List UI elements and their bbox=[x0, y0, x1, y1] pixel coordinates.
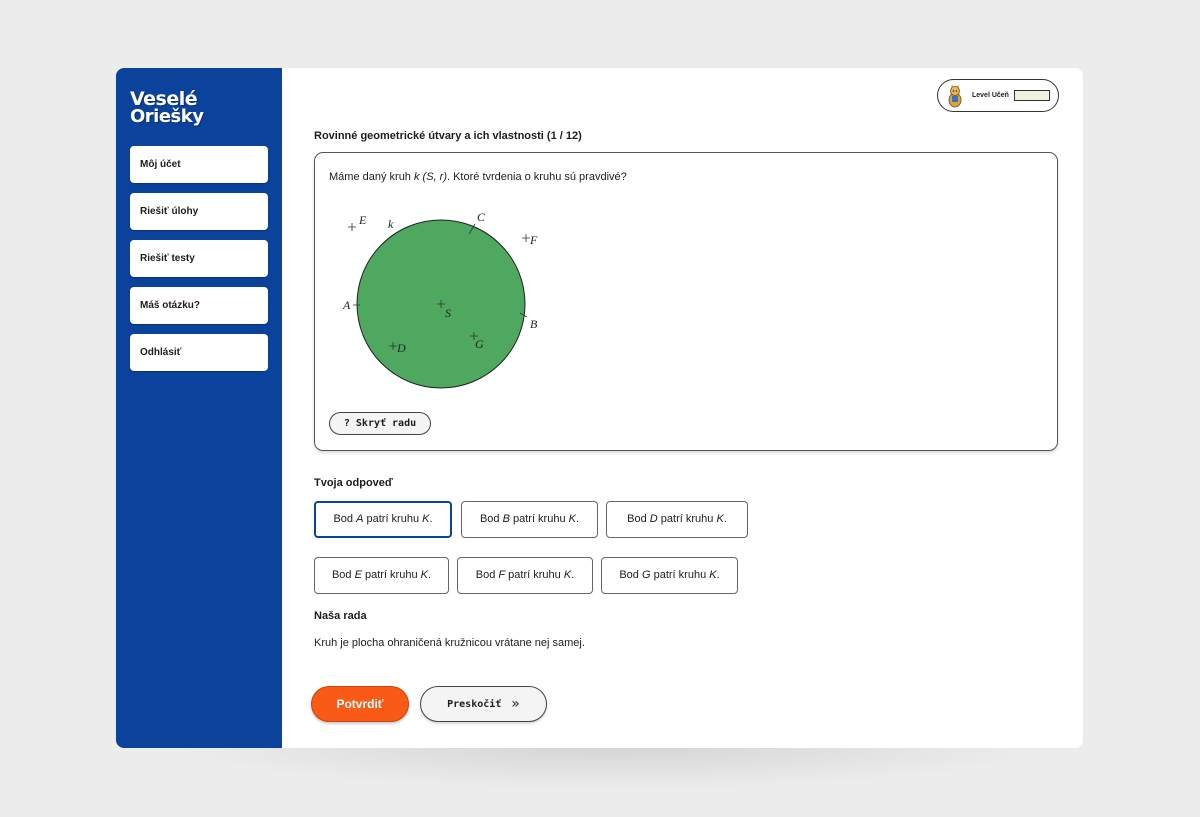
question-mark-icon: ? bbox=[343, 418, 350, 429]
logo-line-2: Oriešky bbox=[130, 106, 204, 127]
double-chevron-right-icon: » bbox=[511, 696, 520, 712]
opt-text: . bbox=[575, 513, 580, 525]
point-label-D: D bbox=[396, 341, 406, 355]
opt-set: K bbox=[716, 513, 724, 525]
hide-hint-label: Skryť radu bbox=[355, 418, 417, 429]
point-label-C: C bbox=[477, 210, 486, 224]
opt-point: B bbox=[502, 513, 510, 525]
hide-hint-button[interactable]: ? Skryť radu bbox=[329, 412, 431, 435]
opt-text: . bbox=[571, 569, 575, 581]
logo[interactable]: Veselé Oriešky bbox=[130, 90, 268, 126]
opt-text: Bod bbox=[479, 513, 503, 525]
answer-option-a[interactable]: Bod A patrí kruhu K. bbox=[314, 501, 452, 538]
opt-text: Bod bbox=[619, 569, 642, 581]
point-label-S: S bbox=[445, 306, 451, 320]
opt-text: patrí kruhu bbox=[363, 513, 423, 525]
opt-text: . bbox=[427, 569, 432, 581]
opt-text: patrí kruhu bbox=[505, 569, 564, 581]
sidebar-item-tests[interactable]: Riešiť testy bbox=[130, 240, 268, 277]
opt-point: D bbox=[649, 513, 658, 525]
hint-text: Kruh je plocha ohraničená kružnicou vrát… bbox=[314, 637, 585, 649]
skip-button[interactable]: Preskočiť » bbox=[420, 686, 547, 722]
opt-set: K bbox=[420, 569, 428, 581]
opt-text: Bod bbox=[627, 513, 650, 525]
answer-option-d[interactable]: Bod D patrí kruhu K. bbox=[606, 501, 748, 538]
main-content: Level Učeň Rovinné geometrické útvary a … bbox=[282, 68, 1083, 748]
opt-text: patrí kruhu bbox=[657, 513, 717, 525]
opt-text: . bbox=[716, 569, 720, 581]
page-title: Rovinné geometrické útvary a ich vlastno… bbox=[314, 130, 582, 142]
point-label-E: E bbox=[358, 213, 367, 227]
sidebar-item-account[interactable]: Môj účet bbox=[130, 146, 268, 183]
question-text-after: . Ktoré tvrdenia o kruhu sú pravdivé? bbox=[446, 171, 627, 183]
opt-text: Bod bbox=[333, 513, 357, 525]
point-label-G: G bbox=[475, 337, 484, 351]
point-label-F: F bbox=[529, 233, 538, 247]
opt-text: Bod bbox=[475, 569, 499, 581]
opt-text: . bbox=[429, 513, 433, 525]
confirm-button[interactable]: Potvrdiť bbox=[311, 686, 409, 722]
answer-option-b[interactable]: Bod B patrí kruhu K. bbox=[461, 501, 598, 538]
opt-text: patrí kruhu bbox=[361, 569, 421, 581]
sidebar-item-tasks[interactable]: Riešiť úlohy bbox=[130, 193, 268, 230]
level-progress-bar bbox=[1013, 90, 1050, 101]
question-math: k (S, r) bbox=[413, 171, 447, 183]
opt-text: patrí kruhu bbox=[650, 569, 710, 581]
skip-label: Preskočiť bbox=[447, 698, 502, 710]
app-window: Veselé Oriešky Môj účet Riešiť úlohy Rie… bbox=[116, 68, 1083, 748]
answer-title: Tvoja odpoveď bbox=[314, 477, 393, 489]
answer-option-f[interactable]: Bod F patrí kruhu K. bbox=[457, 557, 593, 594]
opt-point: E bbox=[354, 569, 362, 581]
point-label-A: A bbox=[342, 298, 351, 312]
point-label-B: B bbox=[530, 317, 538, 331]
hint-title: Naša rada bbox=[314, 610, 367, 622]
squirrel-mascot-icon bbox=[948, 84, 962, 107]
opt-text: . bbox=[723, 513, 727, 525]
level-badge[interactable]: Level Učeň bbox=[937, 79, 1059, 112]
opt-text: patrí kruhu bbox=[509, 513, 569, 525]
question-card: Máme daný kruh k (S, r). Ktoré tvrdenia … bbox=[314, 152, 1058, 451]
opt-text: Bod bbox=[331, 569, 355, 581]
level-label: Level Učeň bbox=[972, 92, 1009, 99]
sidebar-item-question[interactable]: Máš otázku? bbox=[130, 287, 268, 324]
circle-figure: E k C F A S B D G bbox=[342, 210, 538, 389]
circle-label-k: k bbox=[388, 217, 394, 231]
opt-set: K bbox=[568, 513, 576, 525]
sidebar: Veselé Oriešky Môj účet Riešiť úlohy Rie… bbox=[116, 68, 282, 748]
answer-option-g[interactable]: Bod G patrí kruhu K. bbox=[601, 557, 738, 594]
opt-set: K bbox=[709, 569, 717, 581]
opt-point: G bbox=[641, 569, 651, 581]
answer-option-e[interactable]: Bod E patrí kruhu K. bbox=[314, 557, 449, 594]
question-text-before: Máme daný kruh bbox=[329, 171, 414, 183]
question-text: Máme daný kruh k (S, r). Ktoré tvrdenia … bbox=[329, 171, 627, 183]
sidebar-item-logout[interactable]: Odhlásiť bbox=[130, 334, 268, 371]
